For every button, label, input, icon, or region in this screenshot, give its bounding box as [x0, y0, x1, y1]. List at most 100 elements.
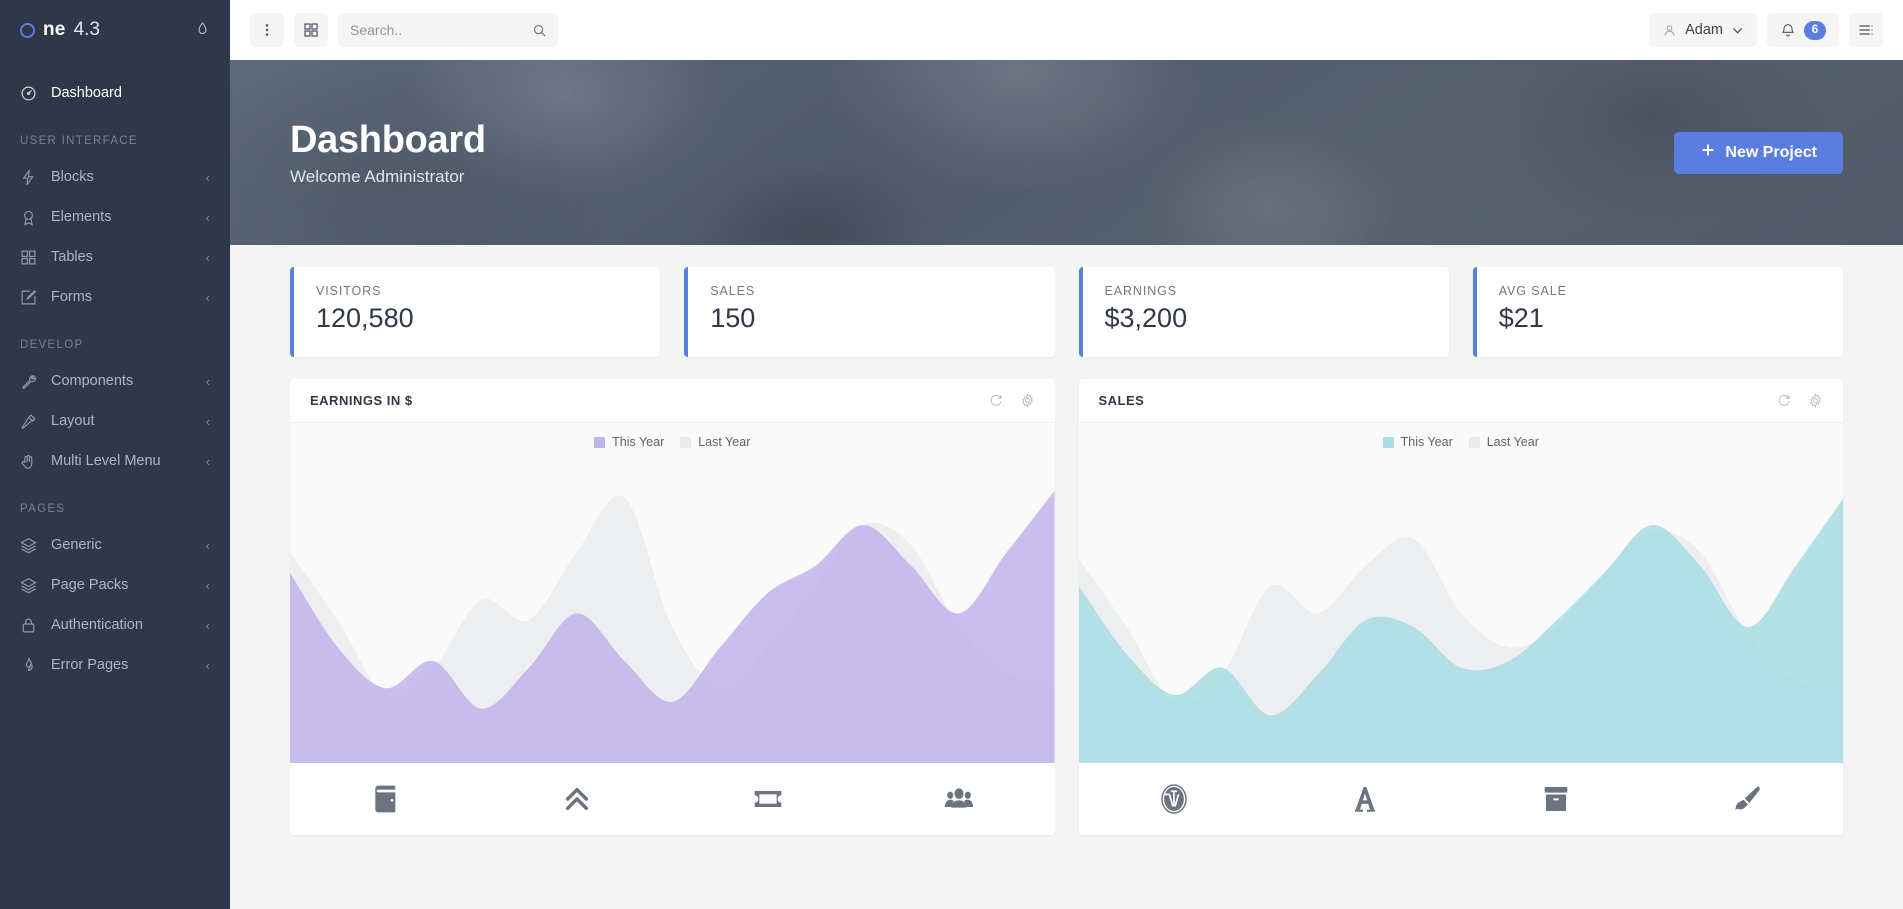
sidebar-item-label: Layout — [51, 413, 95, 429]
legend-label: Last Year — [698, 435, 751, 449]
sidebar-item-label: Forms — [51, 289, 93, 305]
droplet-icon[interactable] — [195, 21, 210, 39]
hero-banner: Dashboard Welcome Administrator New Proj… — [230, 60, 1903, 245]
legend-swatch — [1468, 436, 1480, 448]
bell-icon — [1780, 22, 1796, 38]
brand-logo[interactable]: ne 4.3 — [20, 19, 100, 41]
chevron-left-icon: ‹ — [205, 617, 210, 633]
sidebar-item-page-packs[interactable]: Page Packs ‹ — [0, 565, 230, 605]
legend-swatch — [1382, 436, 1394, 448]
chevron-left-icon: ‹ — [205, 169, 210, 185]
book-icon[interactable] — [290, 783, 481, 815]
user-name: Adam — [1685, 22, 1723, 38]
sidebar-item-error-pages[interactable]: Error Pages ‹ — [0, 645, 230, 685]
vertical-dots-icon[interactable] — [250, 13, 284, 47]
gear-icon[interactable] — [1808, 393, 1823, 408]
brand-name: ne — [43, 19, 66, 40]
bolt-icon — [20, 169, 37, 186]
badge-icon — [20, 209, 37, 226]
sidebar-item-authentication[interactable]: Authentication ‹ — [0, 605, 230, 645]
legend-swatch — [680, 436, 692, 448]
search-box[interactable] — [338, 13, 558, 47]
stat-title: VISITORS — [316, 284, 382, 298]
legend-item-this-year[interactable]: This Year — [594, 435, 664, 449]
wordpress-icon[interactable] — [1079, 783, 1270, 815]
users-group-icon[interactable] — [863, 783, 1054, 815]
sidebar-item-components[interactable]: Components ‹ — [0, 361, 230, 401]
card-header: SALES — [1078, 379, 1843, 423]
legend-item-this-year[interactable]: This Year — [1382, 435, 1453, 449]
sidebar-item-elements[interactable]: Elements ‹ — [0, 197, 230, 237]
stat-card-avg-sale[interactable]: AVG SALE $21 — [1472, 267, 1843, 357]
chevron-left-icon: ‹ — [205, 413, 210, 429]
sidebar-nav: Dashboard USER INTERFACE Blocks ‹ Elemen… — [0, 60, 230, 909]
hero-text: Dashboard Welcome Administrator — [290, 119, 486, 187]
sidebar-item-layout[interactable]: Layout ‹ — [0, 401, 230, 441]
sidebar-item-label: Multi Level Menu — [51, 453, 161, 469]
card-actions — [1777, 393, 1823, 408]
chevron-down-icon — [1731, 24, 1744, 37]
grid-apps-icon[interactable] — [294, 13, 328, 47]
stat-title: AVG SALE — [1498, 284, 1567, 298]
refresh-icon[interactable] — [1777, 393, 1792, 408]
stat-value: $21 — [1498, 303, 1544, 333]
sidebar-item-label: Generic — [51, 537, 102, 553]
ticket-icon[interactable] — [672, 783, 863, 815]
sidebar-brand-row: ne 4.3 — [0, 0, 230, 60]
stat-card-earnings[interactable]: EARNINGS $3,200 — [1078, 267, 1449, 357]
area-chart-svg — [290, 491, 1055, 763]
stat-card-visitors[interactable]: VISITORS 120,580 — [290, 267, 661, 357]
magic-wand-icon — [20, 413, 37, 430]
legend-item-last-year[interactable]: Last Year — [1468, 435, 1539, 449]
main-area: Adam 6 Dashboard Welcome Administrator — [230, 0, 1903, 909]
chevron-left-icon: ‹ — [205, 577, 210, 593]
stat-card-sales[interactable]: SALES 150 — [684, 267, 1055, 357]
layers-icon — [20, 577, 37, 594]
card-header: EARNINGS IN $ — [290, 379, 1055, 423]
sidebar-item-multi-level-menu[interactable]: Multi Level Menu ‹ — [0, 441, 230, 481]
sidebar-item-forms[interactable]: Forms ‹ — [0, 277, 230, 317]
notifications-button[interactable]: 6 — [1767, 13, 1839, 47]
gear-icon[interactable] — [1020, 393, 1035, 408]
sidebar-item-dashboard[interactable]: Dashboard — [0, 73, 230, 113]
legend-label: This Year — [612, 435, 665, 449]
font-letter-a-icon[interactable] — [1270, 783, 1461, 815]
sidebar-section-title-pages: PAGES — [20, 503, 66, 515]
plus-icon — [1700, 142, 1716, 163]
card-footer-icons — [1079, 763, 1844, 835]
circle-icon — [20, 22, 35, 38]
legend-item-last-year[interactable]: Last Year — [680, 435, 750, 449]
user-icon — [1662, 23, 1677, 38]
sidebar-item-label: Blocks — [51, 169, 94, 185]
sidebar-item-generic[interactable]: Generic ‹ — [0, 525, 230, 565]
chevron-left-icon: ‹ — [205, 209, 210, 225]
edit-square-icon — [20, 289, 37, 306]
layers-icon — [20, 537, 37, 554]
paint-brush-icon[interactable] — [1652, 783, 1843, 815]
legend-label: Last Year — [1486, 435, 1539, 449]
chevron-left-icon: ‹ — [205, 373, 210, 389]
sidebar-item-tables[interactable]: Tables ‹ — [0, 237, 230, 277]
card-actions — [989, 393, 1035, 408]
list-options-icon[interactable] — [1849, 13, 1883, 47]
sidebar-item-label: Tables — [51, 249, 93, 265]
search-icon[interactable] — [532, 23, 547, 38]
flame-icon — [20, 657, 37, 674]
content-area: VISITORS 120,580 SALES 150 EARNINGS $3,2… — [230, 245, 1903, 909]
chevron-left-icon: ‹ — [205, 453, 210, 469]
chevron-double-up-icon[interactable] — [481, 783, 672, 815]
sidebar-item-blocks[interactable]: Blocks ‹ — [0, 157, 230, 197]
archive-box-icon[interactable] — [1461, 783, 1652, 815]
sidebar-item-label: Elements — [51, 209, 112, 225]
new-project-button[interactable]: New Project — [1674, 131, 1843, 174]
stat-title: SALES — [710, 284, 756, 298]
new-project-label: New Project — [1725, 143, 1817, 161]
chart-card-row: EARNINGS IN $ This Year Last Year SALES … — [230, 357, 1903, 835]
chart-card-sales: SALES This Year Last Year — [1078, 379, 1844, 835]
refresh-icon[interactable] — [989, 393, 1004, 408]
search-input[interactable] — [350, 22, 546, 38]
chart-legend: This Year Last Year — [1079, 435, 1844, 449]
user-menu[interactable]: Adam — [1649, 13, 1757, 47]
sidebar-section-title-user-interface: USER INTERFACE — [20, 135, 138, 147]
stat-value: 120,580 — [316, 303, 414, 333]
